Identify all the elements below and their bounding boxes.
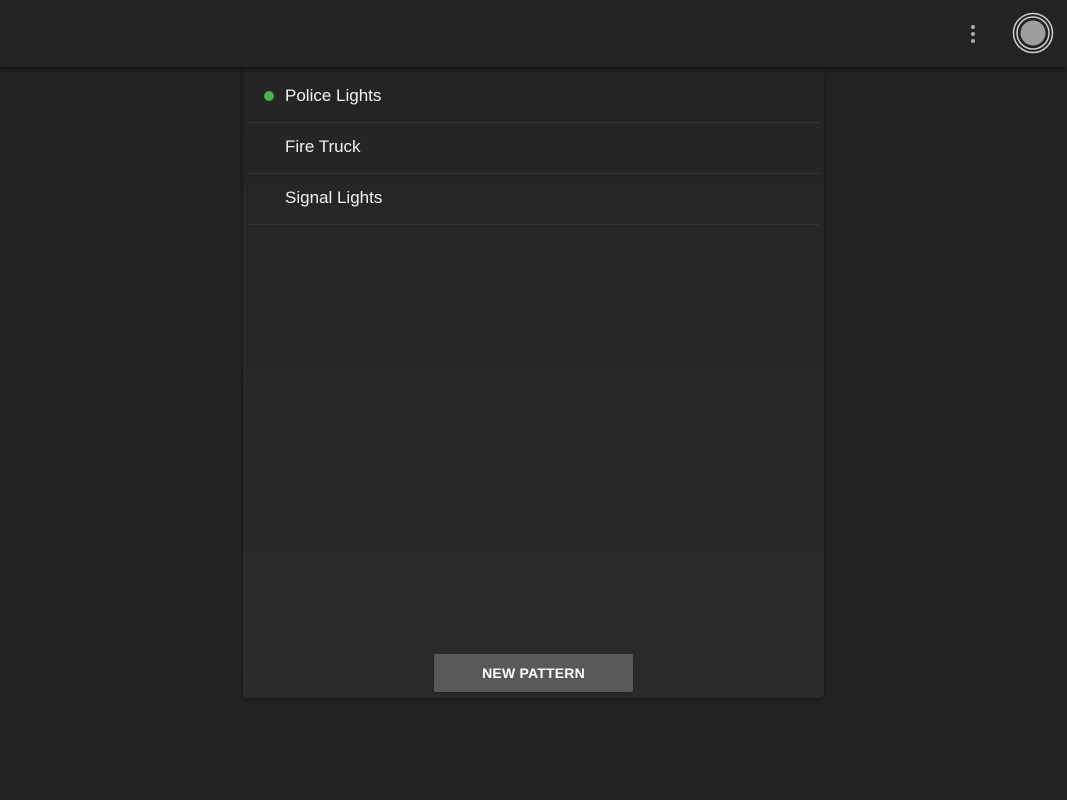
patterns-panel: Police Lights Fire Truck Signal Lights N… — [243, 67, 824, 698]
new-pattern-button[interactable]: NEW PATTERN — [434, 654, 633, 692]
pattern-item-fire-truck[interactable]: Fire Truck — [248, 123, 819, 174]
top-app-bar — [0, 0, 1067, 67]
pattern-label: Signal Lights — [285, 188, 383, 207]
power-toggle-graphic — [1012, 12, 1054, 54]
more-vert-icon[interactable] — [958, 18, 988, 50]
pattern-list: Police Lights Fire Truck Signal Lights — [248, 72, 819, 225]
pattern-item-police-lights[interactable]: Police Lights — [248, 72, 819, 123]
menu-dot — [971, 32, 975, 36]
active-indicator-icon — [264, 91, 274, 101]
menu-dot — [971, 25, 975, 29]
menu-dot — [971, 39, 975, 43]
pattern-item-signal-lights[interactable]: Signal Lights — [248, 174, 819, 225]
pattern-label: Police Lights — [285, 86, 382, 105]
pattern-label: Fire Truck — [285, 137, 361, 156]
power-toggle-icon[interactable] — [1012, 12, 1054, 54]
